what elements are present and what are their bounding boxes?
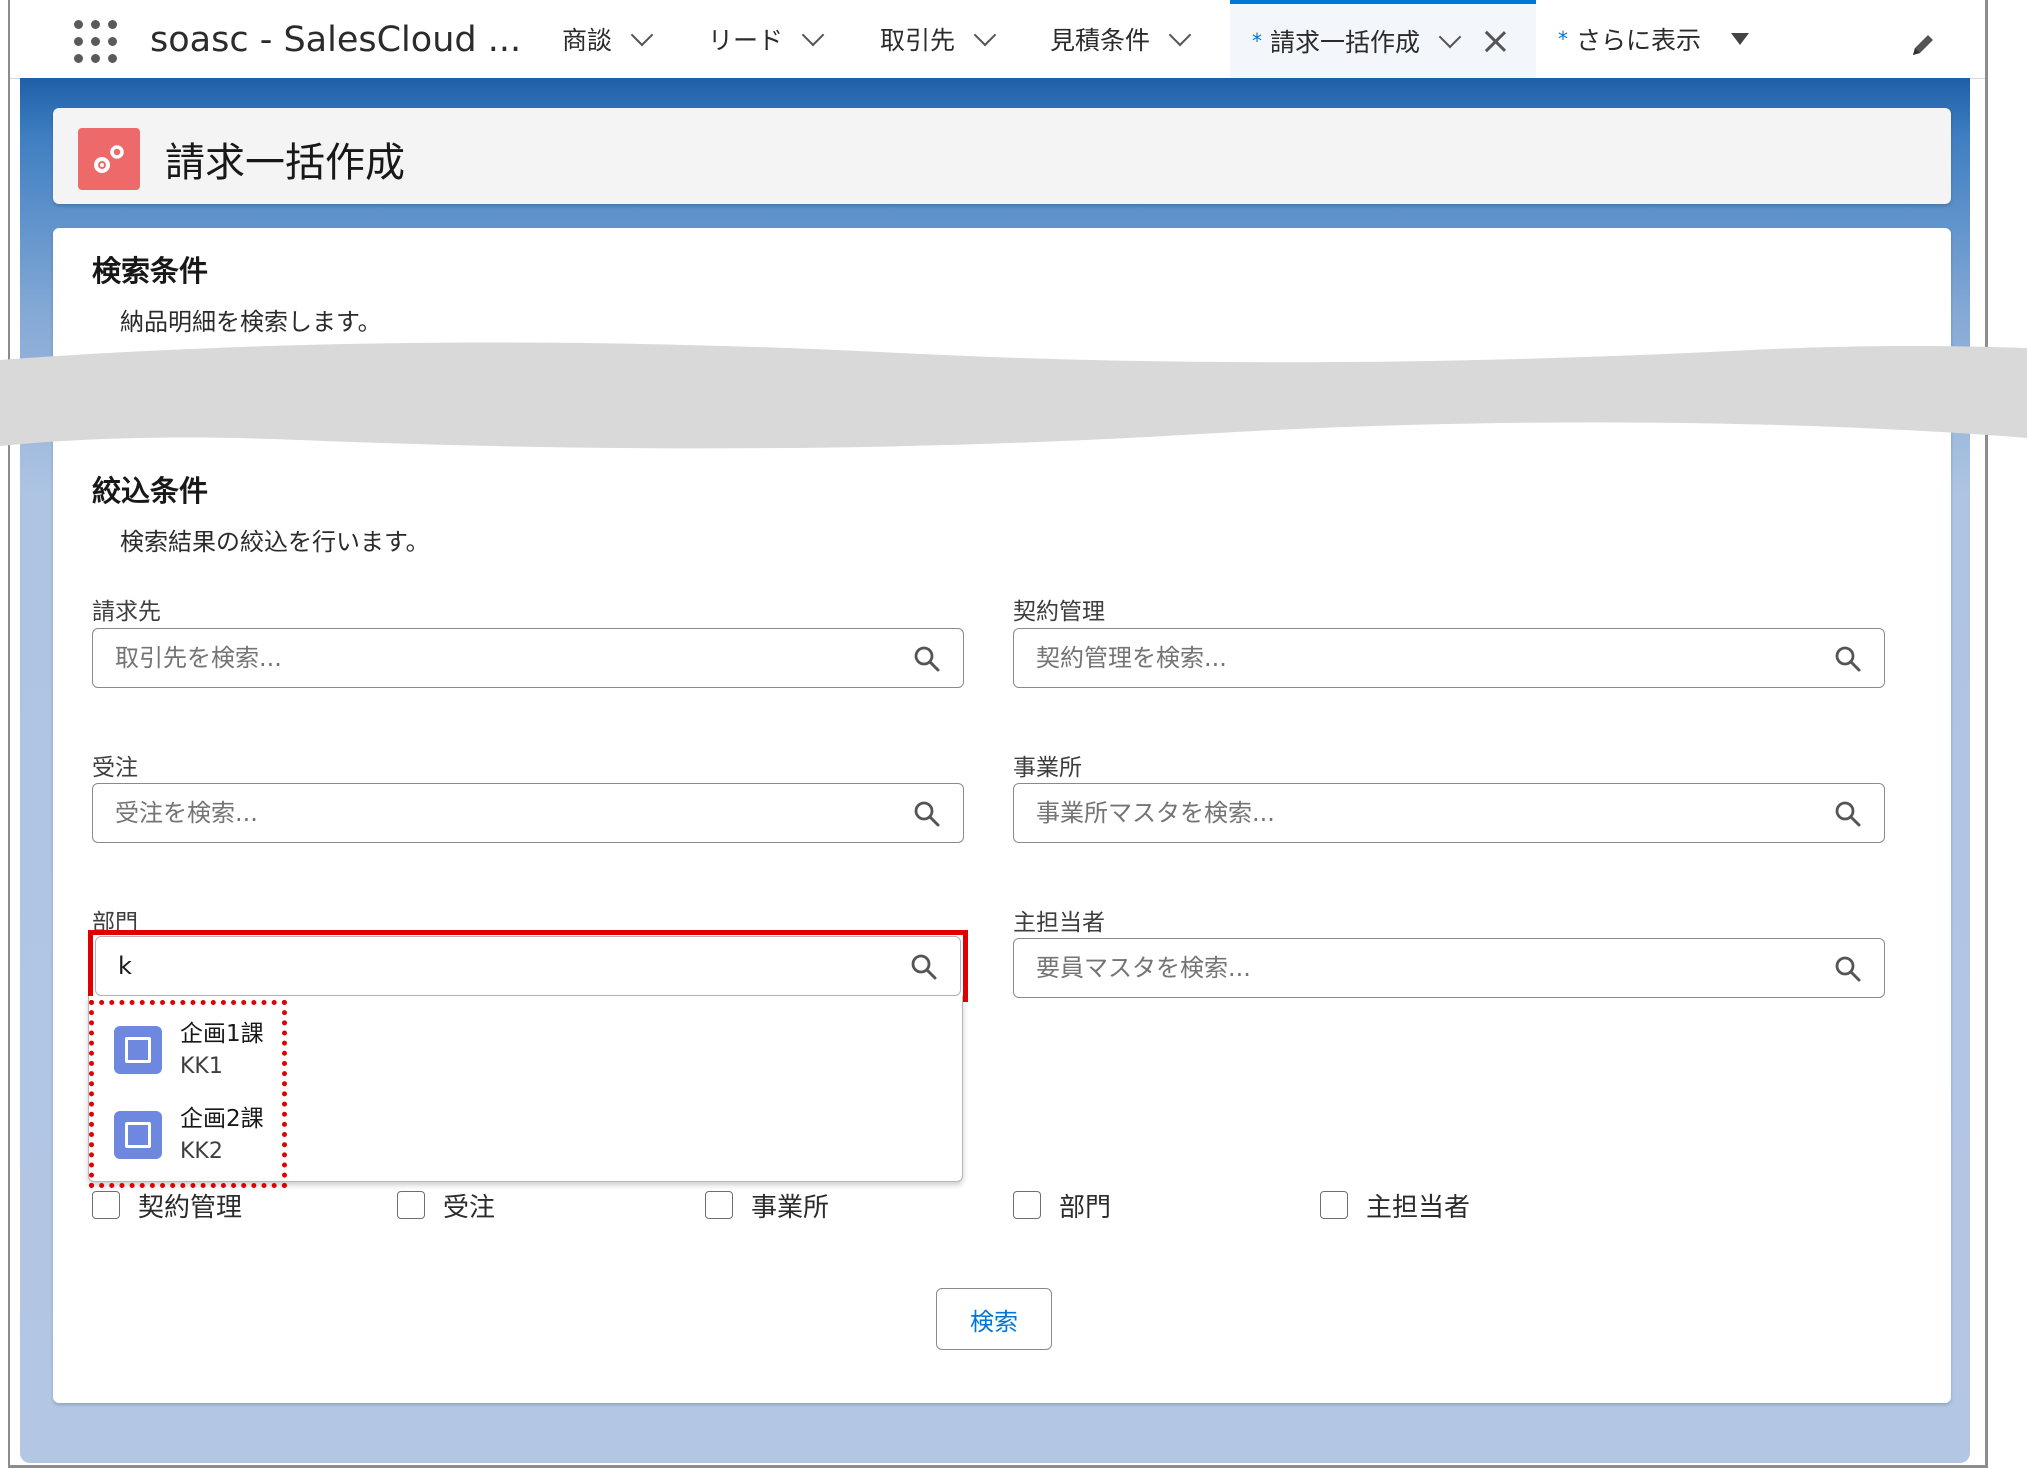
contract-label: 契約管理 — [1013, 599, 1105, 625]
checkbox-contract[interactable]: 契約管理 — [92, 1188, 243, 1223]
page-title: 請求一括作成 — [165, 140, 405, 186]
tab-label: 取引先 — [880, 26, 956, 55]
checkbox-label: 部門 — [1059, 1192, 1112, 1223]
tab-label: リード — [708, 26, 784, 55]
search-icon[interactable] — [1834, 955, 1862, 983]
checkbox-label: 契約管理 — [138, 1192, 243, 1223]
search-icon[interactable] — [1834, 645, 1862, 673]
checkbox-office[interactable]: 事業所 — [705, 1188, 830, 1223]
contract-lookup — [1013, 628, 1885, 688]
gears-icon — [78, 128, 140, 190]
search-section-title: 検索条件 — [92, 254, 209, 288]
pencil-icon[interactable] — [1908, 30, 1938, 60]
page-header: 請求一括作成 — [53, 108, 1951, 204]
unsaved-marker: * — [1558, 27, 1568, 51]
filter-section-title: 絞込条件 — [92, 474, 209, 508]
app-frame: soasc - SalesCloud ... 商談 リード 取引先 見積条件 *… — [8, 0, 1988, 1468]
order-input[interactable] — [115, 784, 895, 841]
app-launcher-icon[interactable] — [74, 20, 118, 64]
top-navigation: soasc - SalesCloud ... 商談 リード 取引先 見積条件 *… — [10, 0, 1985, 79]
chevron-down-icon[interactable] — [801, 23, 825, 47]
checkbox-department[interactable]: 部門 — [1013, 1188, 1112, 1223]
checkbox-box[interactable] — [1320, 1191, 1348, 1219]
chevron-down-icon[interactable] — [1168, 23, 1192, 47]
filter-section-description: 検索結果の絞込を行います。 — [120, 528, 430, 556]
checkbox-label: 主担当者 — [1366, 1192, 1471, 1223]
order-label: 受注 — [92, 755, 138, 781]
checkbox-box[interactable] — [1013, 1191, 1041, 1219]
checkbox-box[interactable] — [92, 1191, 120, 1219]
tab-label: 見積条件 — [1050, 26, 1151, 55]
order-lookup — [92, 783, 964, 843]
checkbox-label: 受注 — [443, 1192, 496, 1223]
dropdown-highlight-box — [89, 1000, 287, 1188]
assignee-input[interactable] — [1036, 939, 1816, 996]
billing-to-lookup — [92, 628, 964, 688]
office-label: 事業所 — [1013, 755, 1082, 781]
tab-account[interactable]: 取引先 — [880, 0, 997, 78]
search-icon[interactable] — [913, 645, 941, 673]
billing-to-label: 請求先 — [92, 599, 161, 625]
close-icon[interactable] — [1484, 30, 1506, 52]
caret-down-icon[interactable] — [1731, 33, 1750, 45]
assignee-lookup — [1013, 938, 1885, 998]
unsaved-marker: * — [1252, 29, 1262, 53]
assignee-label: 主担当者 — [1013, 910, 1105, 936]
search-button[interactable]: 検索 — [936, 1288, 1052, 1350]
tab-label: さらに表示 — [1576, 26, 1702, 55]
office-lookup — [1013, 783, 1885, 843]
tab-bulk-invoice-active[interactable]: * 請求一括作成 — [1230, 0, 1536, 78]
checkbox-box[interactable] — [397, 1191, 425, 1219]
chevron-down-icon[interactable] — [973, 23, 997, 47]
office-input[interactable] — [1036, 784, 1816, 841]
app-name: soasc - SalesCloud ... — [150, 20, 522, 60]
tab-label: 請求一括作成 — [1270, 28, 1421, 57]
search-section-description: 納品明細を検索します。 — [120, 308, 382, 336]
chevron-down-icon[interactable] — [1438, 25, 1462, 49]
contract-input[interactable] — [1036, 629, 1816, 686]
chevron-down-icon[interactable] — [630, 23, 654, 47]
tab-quote-conditions[interactable]: 見積条件 — [1050, 0, 1192, 78]
billing-to-input[interactable] — [115, 629, 895, 686]
checkbox-label: 事業所 — [751, 1192, 830, 1223]
checkbox-assignee[interactable]: 主担当者 — [1320, 1188, 1471, 1223]
search-icon[interactable] — [1834, 800, 1862, 828]
tab-more[interactable]: * さらに表示 — [1558, 0, 1750, 78]
tab-shodan[interactable]: 商談 — [562, 0, 654, 78]
tab-label: 商談 — [562, 26, 613, 55]
checkbox-order[interactable]: 受注 — [397, 1188, 496, 1223]
department-highlight-box — [88, 930, 968, 1002]
search-icon[interactable] — [913, 800, 941, 828]
omission-band — [0, 342, 2027, 449]
checkbox-box[interactable] — [705, 1191, 733, 1219]
tab-lead[interactable]: リード — [708, 0, 825, 78]
